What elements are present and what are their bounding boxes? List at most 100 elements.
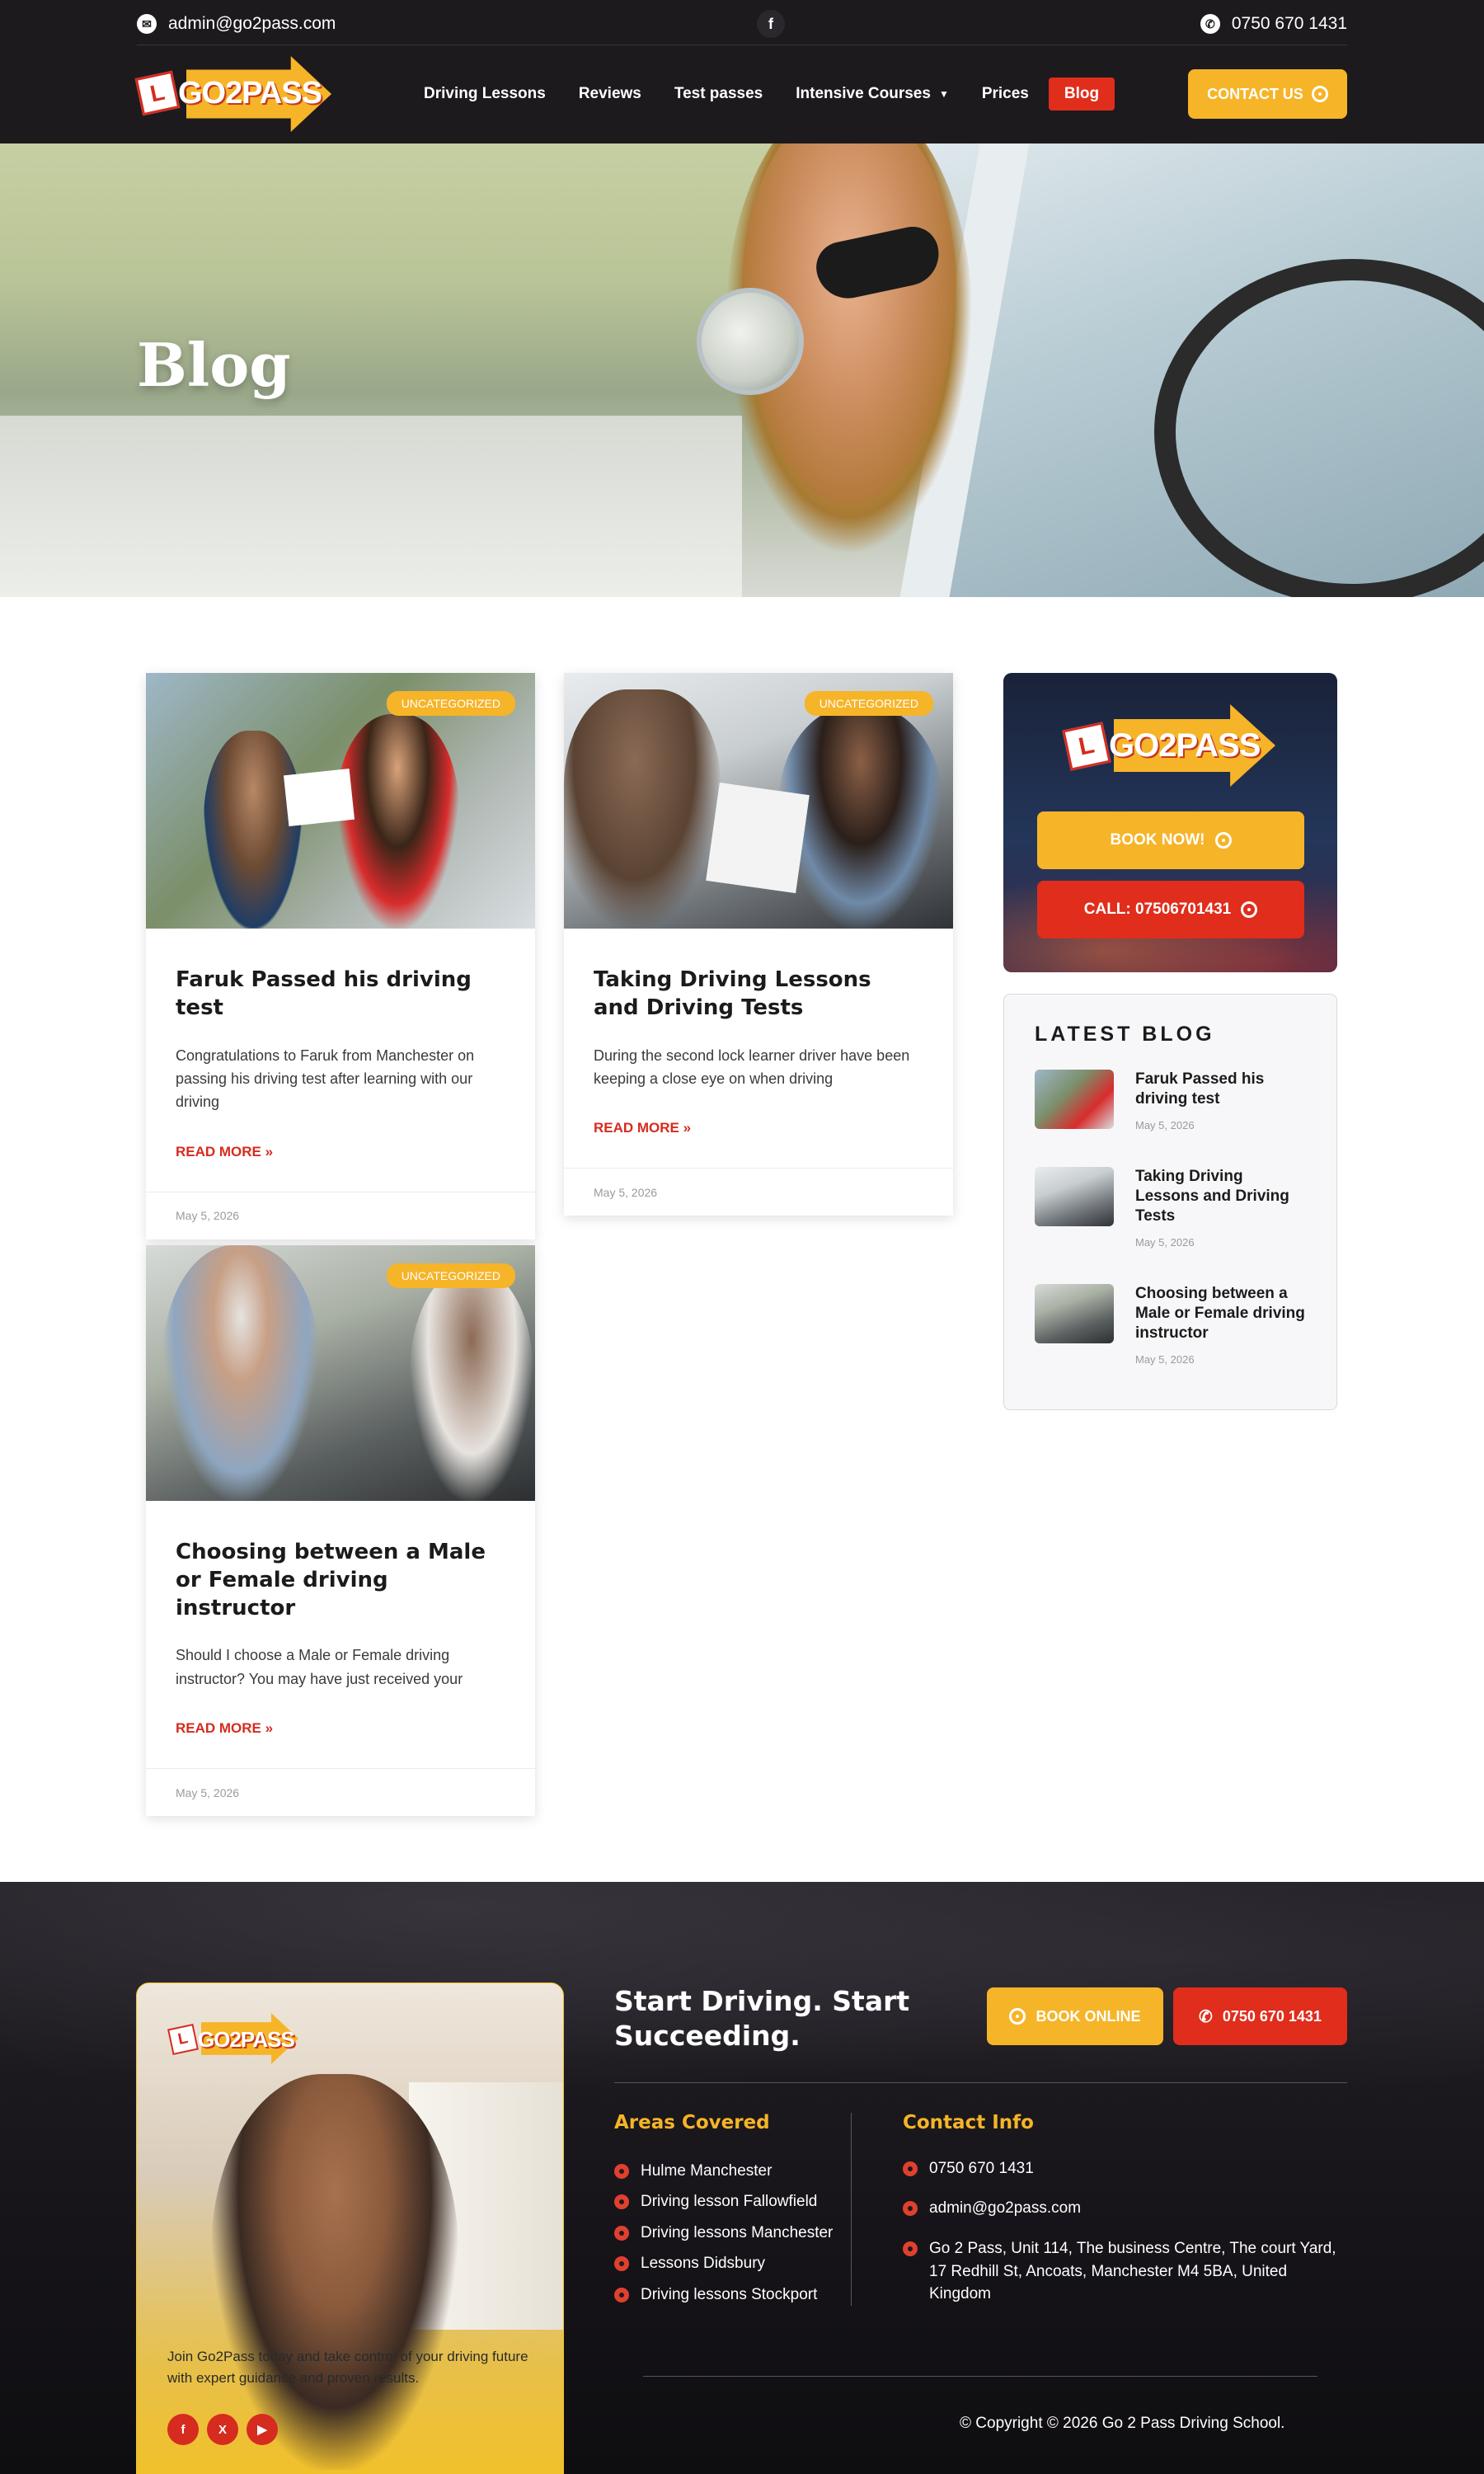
phone-icon: ✆: [1200, 14, 1220, 34]
contact-phone[interactable]: 0750 670 1431: [903, 2157, 1348, 2180]
contact-us-button[interactable]: CONTACT US: [1188, 69, 1347, 119]
book-now-button[interactable]: BOOK NOW!: [1037, 811, 1304, 869]
logo-l-plate: L: [1062, 722, 1111, 771]
call-button[interactable]: CALL: 07506701431: [1037, 881, 1304, 938]
nav-label: Intensive Courses: [796, 85, 931, 102]
blog-card-date: May 5, 2026: [594, 1185, 658, 1199]
blog-card-meta: May 5, 2026: [146, 1768, 535, 1816]
areas-covered-title: Areas Covered: [614, 2112, 770, 2133]
sidebar-cta-box: L GO2PASS BOOK NOW! CALL: 07506701431: [1003, 673, 1337, 972]
facebook-icon[interactable]: f: [757, 10, 785, 38]
blog-card-excerpt: Congratulations to Faruk from Manchester…: [176, 1047, 475, 1111]
x-twitter-icon[interactable]: X: [207, 2414, 238, 2445]
read-more-link[interactable]: READ MORE »: [176, 1144, 505, 1160]
facebook-icon[interactable]: f: [167, 2414, 199, 2445]
read-more-link[interactable]: READ MORE »: [594, 1120, 923, 1136]
blog-card[interactable]: UNCATEGORIZED Faruk Passed his driving t…: [146, 673, 535, 1239]
topbar-email[interactable]: ✉ admin@go2pass.com: [137, 12, 336, 36]
topbar-email-text[interactable]: admin@go2pass.com: [168, 14, 336, 34]
latest-post-thumb[interactable]: [1035, 1070, 1114, 1129]
area-item[interactable]: Lessons Didsbury: [614, 2249, 833, 2280]
nav-label: Prices: [981, 85, 1029, 102]
header-logo[interactable]: L GO2PASS: [134, 56, 335, 132]
blog-card-image[interactable]: UNCATEGORIZED: [146, 673, 535, 929]
blog-card-meta: May 5, 2026: [146, 1191, 535, 1239]
map-pin-icon: [614, 2225, 629, 2241]
blog-card-image[interactable]: UNCATEGORIZED: [146, 1245, 535, 1501]
area-label: Driving lesson Fallowfield: [641, 2193, 818, 2211]
latest-post-item[interactable]: Choosing between a Male or Female drivin…: [1035, 1284, 1307, 1366]
category-badge[interactable]: UNCATEGORIZED: [386, 691, 515, 716]
blog-card-date: May 5, 2026: [176, 1785, 240, 1799]
map-pin-icon: [903, 2241, 918, 2256]
logo-text: GO2PASS: [1109, 727, 1261, 764]
blog-card-title[interactable]: Faruk Passed his driving test: [176, 967, 505, 1023]
topbar-phone-text[interactable]: 0750 670 1431: [1232, 14, 1347, 34]
nav-reviews[interactable]: Reviews: [562, 78, 658, 111]
map-pin-icon: [614, 2256, 629, 2272]
book-online-button[interactable]: BOOK ONLINE: [987, 1987, 1163, 2045]
topbar-phone[interactable]: ✆ 0750 670 1431: [1200, 12, 1347, 36]
card-clipboard: [706, 782, 810, 894]
blog-card[interactable]: UNCATEGORIZED Choosing between a Male or…: [146, 1245, 535, 1817]
contact-email[interactable]: admin@go2pass.com: [903, 2197, 1348, 2220]
areas-covered-list: Hulme Manchester Driving lesson Fallowfi…: [614, 2156, 833, 2311]
contact-address: Go 2 Pass, Unit 114, The business Centre…: [903, 2237, 1348, 2306]
chevron-down-icon[interactable]: ▼: [939, 88, 949, 100]
youtube-icon[interactable]: ▶: [247, 2414, 278, 2445]
book-now-label: BOOK NOW!: [1110, 831, 1205, 849]
logo-text: GO2PASS: [178, 76, 322, 111]
nav-label: Reviews: [578, 85, 641, 102]
latest-post-date: May 5, 2026: [1135, 1236, 1195, 1249]
steering-wheel-icon: [1214, 832, 1232, 849]
blog-card-image[interactable]: UNCATEGORIZED: [564, 673, 953, 929]
latest-post-item[interactable]: Faruk Passed his driving test May 5, 2026: [1035, 1070, 1307, 1131]
steering-wheel-icon: [1311, 86, 1328, 102]
latest-post-title[interactable]: Faruk Passed his driving test: [1135, 1070, 1307, 1109]
category-badge[interactable]: UNCATEGORIZED: [386, 1263, 515, 1288]
nav-prices[interactable]: Prices: [965, 78, 1045, 111]
blog-card-date: May 5, 2026: [176, 1209, 240, 1223]
blog-card-title[interactable]: Choosing between a Male or Female drivin…: [176, 1539, 505, 1622]
latest-post-title[interactable]: Choosing between a Male or Female drivin…: [1135, 1284, 1307, 1343]
latest-post-thumb[interactable]: [1035, 1167, 1114, 1226]
site-header: ✉ admin@go2pass.com f ✆ 0750 670 1431 L …: [0, 0, 1484, 143]
map-pin-icon: [614, 2287, 629, 2302]
area-item[interactable]: Driving lessons Stockport: [614, 2279, 833, 2311]
blog-card-title[interactable]: Taking Driving Lessons and Driving Tests: [594, 967, 923, 1023]
steering-wheel-icon: [1241, 901, 1258, 918]
card-person-right: [336, 714, 459, 929]
map-pin-icon: [614, 2194, 629, 2210]
nav-blog[interactable]: Blog: [1048, 78, 1115, 111]
hero-road: [0, 416, 742, 597]
blog-card-meta: May 5, 2026: [564, 1168, 953, 1216]
area-label: Driving lessons Manchester: [641, 2223, 834, 2241]
latest-post-title[interactable]: Taking Driving Lessons and Driving Tests: [1135, 1167, 1307, 1226]
area-item[interactable]: Hulme Manchester: [614, 2156, 833, 2187]
promo-text: Join Go2Pass today and take control of y…: [167, 2349, 528, 2387]
nav-test-passes[interactable]: Test passes: [658, 78, 779, 111]
card-person-left: [162, 1245, 319, 1501]
area-item[interactable]: Driving lesson Fallowfield: [614, 2187, 833, 2218]
latest-blog-widget: LATEST BLOG Faruk Passed his driving tes…: [1003, 994, 1337, 1410]
latest-post-thumb[interactable]: [1035, 1284, 1114, 1343]
logo-l-plate: L: [134, 70, 181, 116]
blog-card[interactable]: UNCATEGORIZED Taking Driving Lessons and…: [564, 673, 953, 1216]
latest-post-date: May 5, 2026: [1135, 1353, 1195, 1366]
contact-email-text: admin@go2pass.com: [929, 2199, 1082, 2217]
nav-intensive-courses[interactable]: Intensive Courses ▼: [779, 78, 965, 111]
blog-card-excerpt: During the second lock learner driver ha…: [594, 1047, 910, 1088]
nav-label: Driving Lessons: [424, 85, 546, 102]
area-label: Driving lessons Stockport: [641, 2285, 818, 2303]
card-person-right: [410, 1270, 533, 1501]
category-badge[interactable]: UNCATEGORIZED: [804, 691, 933, 716]
nav-driving-lessons[interactable]: Driving Lessons: [407, 78, 562, 111]
contact-us-label: CONTACT US: [1207, 85, 1303, 102]
sidebar-logo: L GO2PASS: [1062, 704, 1277, 787]
read-more-link[interactable]: READ MORE »: [176, 1720, 505, 1737]
phone-icon: ✆: [1199, 2007, 1213, 2026]
latest-post-item[interactable]: Taking Driving Lessons and Driving Tests…: [1035, 1167, 1307, 1249]
footer-phone-button[interactable]: ✆ 0750 670 1431: [1173, 1987, 1347, 2045]
area-item[interactable]: Driving lessons Manchester: [614, 2218, 833, 2249]
nav-label: Test passes: [674, 85, 763, 102]
